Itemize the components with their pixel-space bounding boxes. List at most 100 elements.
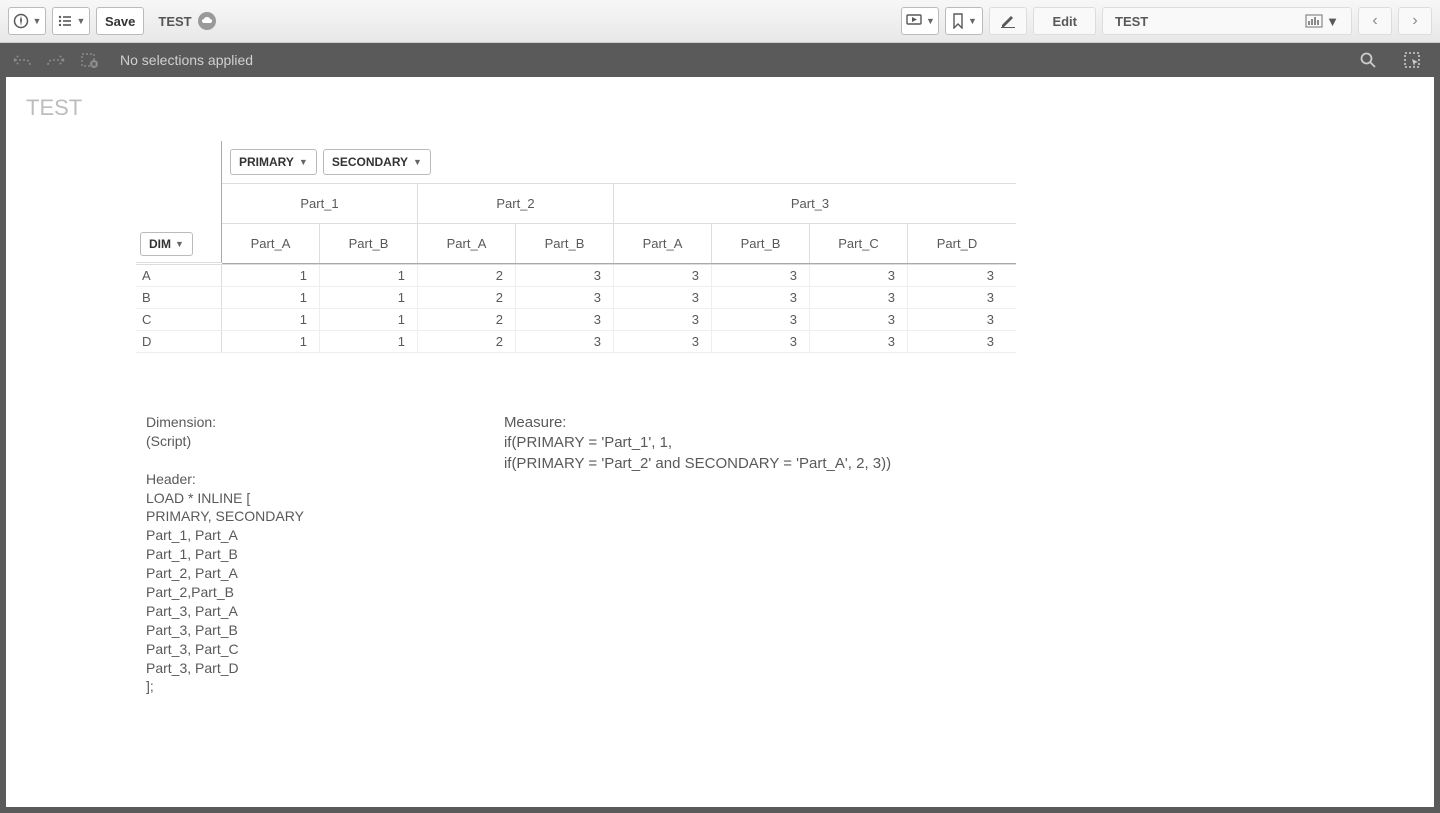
caret-down-icon: ▼ — [1326, 14, 1339, 29]
next-sheet-button[interactable]: › — [1398, 7, 1432, 35]
caret-down-icon: ▼ — [175, 239, 184, 249]
secondary-header-cell[interactable]: Part_B — [320, 224, 418, 263]
caret-down-icon: ▼ — [968, 16, 977, 26]
edit-mode-button[interactable] — [989, 7, 1027, 35]
table-row: A11233333 — [136, 265, 1016, 287]
secondary-header-cell[interactable]: Part_B — [516, 224, 614, 263]
caret-down-icon: ▼ — [299, 157, 308, 167]
row-label-cell[interactable]: B — [136, 287, 222, 308]
data-cell[interactable]: 3 — [908, 287, 1006, 308]
data-cell[interactable]: 3 — [712, 331, 810, 352]
data-cell[interactable]: 3 — [712, 265, 810, 286]
presentation-icon — [906, 14, 922, 28]
story-button[interactable]: ▼ — [901, 7, 939, 35]
selection-message: No selections applied — [120, 52, 253, 68]
data-cell[interactable]: 3 — [810, 287, 908, 308]
sheet-body: TEST DIM ▼ PRIMARY▼SECONDARY▼ Part_1Part… — [0, 77, 1440, 813]
col-dim-label: SECONDARY — [332, 155, 408, 169]
row-label-cell[interactable]: C — [136, 309, 222, 330]
row-dim-label: DIM — [149, 237, 171, 251]
prev-sheet-button[interactable]: ‹ — [1358, 7, 1392, 35]
sheet-title: TEST — [26, 95, 1414, 121]
row-label-cell[interactable]: D — [136, 331, 222, 352]
primary-header-cell[interactable]: Part_3 — [614, 184, 1006, 223]
data-cell[interactable]: 1 — [222, 331, 320, 352]
save-label: Save — [105, 14, 135, 29]
selections-tool-icon[interactable] — [1398, 46, 1426, 74]
data-cell[interactable]: 3 — [516, 265, 614, 286]
pivot-table[interactable]: DIM ▼ PRIMARY▼SECONDARY▼ Part_1Part_2Par… — [136, 141, 1016, 353]
data-cell[interactable]: 1 — [222, 287, 320, 308]
data-cell[interactable]: 3 — [614, 287, 712, 308]
bookmark-icon — [952, 13, 964, 29]
data-cell[interactable]: 3 — [908, 265, 1006, 286]
bookmark-button[interactable]: ▼ — [945, 7, 983, 35]
measure-expression-text: Measure: if(PRIMARY = 'Part_1', 1, if(PR… — [504, 413, 891, 696]
col-dim-dropdown[interactable]: PRIMARY ▼ — [230, 149, 317, 175]
primary-header-cell[interactable]: Part_2 — [418, 184, 614, 223]
data-cell[interactable]: 3 — [516, 309, 614, 330]
secondary-header-cell[interactable]: Part_C — [810, 224, 908, 263]
edit-label: Edit — [1052, 14, 1077, 29]
pivot-row-dim-corner: DIM ▼ — [136, 141, 222, 263]
nav-menu-button[interactable]: ▼ — [8, 7, 46, 35]
secondary-header-cell[interactable]: Part_A — [614, 224, 712, 263]
step-forward-icon[interactable] — [42, 46, 70, 74]
sheet-icon — [1305, 14, 1323, 28]
data-cell[interactable]: 3 — [712, 287, 810, 308]
step-back-icon[interactable] — [8, 46, 36, 74]
data-cell[interactable]: 2 — [418, 265, 516, 286]
caret-down-icon: ▼ — [926, 16, 935, 26]
pencil-icon — [1000, 13, 1016, 29]
data-cell[interactable]: 3 — [810, 331, 908, 352]
row-dim-dropdown[interactable]: DIM ▼ — [140, 232, 193, 256]
row-label-cell[interactable]: A — [136, 265, 222, 286]
data-cell[interactable]: 3 — [810, 265, 908, 286]
pivot-col-headers: PRIMARY ▼ SECONDARY ▼ Part_1Part_2Part_3 Pa… — [222, 141, 1016, 264]
primary-header-cell[interactable]: Part_1 — [222, 184, 418, 223]
clear-selections-icon[interactable] — [76, 46, 104, 74]
text-blocks: Dimension: (Script) Header: LOAD * INLIN… — [146, 413, 1414, 696]
data-cell[interactable]: 3 — [516, 331, 614, 352]
global-menu-button[interactable]: ▼ — [52, 7, 90, 35]
data-cell[interactable]: 3 — [908, 309, 1006, 330]
data-cell[interactable]: 1 — [222, 265, 320, 286]
compass-icon — [13, 13, 29, 29]
data-cell[interactable]: 2 — [418, 309, 516, 330]
data-cell[interactable]: 3 — [614, 331, 712, 352]
data-cell[interactable]: 3 — [712, 309, 810, 330]
secondary-header-cell[interactable]: Part_B — [712, 224, 810, 263]
col-dim-label: PRIMARY — [239, 155, 294, 169]
secondary-header-cell[interactable]: Part_D — [908, 224, 1006, 263]
data-cell[interactable]: 1 — [320, 309, 418, 330]
sheet-selector[interactable]: TEST ▼ — [1102, 7, 1352, 35]
top-toolbar: ▼ ▼ Save TEST ▼ ▼ — [0, 0, 1440, 43]
data-cell[interactable]: 3 — [614, 309, 712, 330]
data-cell[interactable]: 1 — [320, 331, 418, 352]
data-cell[interactable]: 1 — [320, 265, 418, 286]
data-cell[interactable]: 2 — [418, 287, 516, 308]
app-name-label: TEST — [158, 14, 191, 29]
sheet-name-label: TEST — [1115, 14, 1148, 29]
data-cell[interactable]: 1 — [222, 309, 320, 330]
table-row: D11233333 — [136, 331, 1016, 353]
data-cell[interactable]: 2 — [418, 331, 516, 352]
dimension-script-text: Dimension: (Script) Header: LOAD * INLIN… — [146, 413, 304, 696]
data-cell[interactable]: 3 — [516, 287, 614, 308]
caret-down-icon: ▼ — [77, 16, 86, 26]
col-dim-dropdown[interactable]: SECONDARY ▼ — [323, 149, 431, 175]
caret-down-icon: ▼ — [413, 157, 422, 167]
save-button[interactable]: Save — [96, 7, 144, 35]
table-row: B11233333 — [136, 287, 1016, 309]
data-cell[interactable]: 3 — [810, 309, 908, 330]
cloud-icon — [198, 12, 216, 30]
data-cell[interactable]: 1 — [320, 287, 418, 308]
chevron-right-icon: › — [1412, 12, 1417, 30]
edit-button[interactable]: Edit — [1033, 7, 1096, 35]
data-cell[interactable]: 3 — [614, 265, 712, 286]
caret-down-icon: ▼ — [33, 16, 42, 26]
secondary-header-cell[interactable]: Part_A — [418, 224, 516, 263]
search-icon[interactable] — [1354, 46, 1382, 74]
secondary-header-cell[interactable]: Part_A — [222, 224, 320, 263]
data-cell[interactable]: 3 — [908, 331, 1006, 352]
